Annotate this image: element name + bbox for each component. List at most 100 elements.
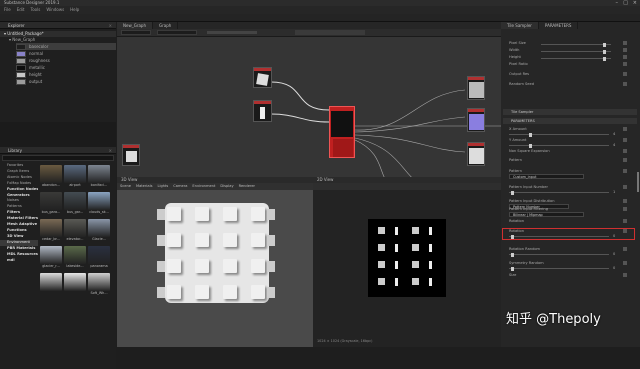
link-icon[interactable]	[623, 185, 627, 189]
library-header: Library ×	[0, 147, 116, 154]
link-icon[interactable]	[623, 48, 627, 52]
link-icon[interactable]	[623, 41, 627, 45]
prop-slider[interactable]	[509, 252, 609, 257]
menu-file[interactable]: File	[4, 6, 11, 14]
menu-windows[interactable]: Windows	[46, 6, 64, 14]
library-thumb[interactable]: glacier_r...	[40, 246, 62, 271]
prop-combo[interactable]: Bilinear | Mipmap	[509, 212, 584, 217]
node-shape[interactable]	[253, 100, 272, 122]
library-thumb[interactable]: lakeside...	[64, 246, 86, 271]
resource-item[interactable]: height	[16, 71, 116, 78]
library-thumb[interactable]: bus_gara...	[40, 192, 62, 217]
close-icon[interactable]: ×	[109, 147, 112, 154]
prop-slider[interactable]	[541, 56, 611, 61]
node-output[interactable]	[467, 76, 485, 100]
3d-menu-item[interactable]: Display	[220, 183, 233, 190]
node-normal[interactable]	[467, 108, 485, 132]
link-icon[interactable]	[623, 82, 627, 86]
link-icon[interactable]	[623, 273, 627, 277]
link-icon[interactable]	[623, 158, 627, 162]
prop-label: Symmetry Random	[509, 261, 544, 265]
thumb-label: lakeside...	[66, 264, 84, 268]
link-icon[interactable]	[623, 149, 627, 153]
close-icon[interactable]: ×	[109, 22, 112, 29]
resource-item[interactable]: metallic	[16, 64, 116, 71]
library-thumb[interactable]: bus_gar...	[64, 192, 86, 217]
link-icon[interactable]	[623, 247, 627, 251]
slider-knob[interactable]	[603, 56, 606, 61]
prop-slider[interactable]	[541, 49, 611, 54]
prop-slider[interactable]	[509, 132, 609, 137]
resource-item[interactable]: roughness	[16, 57, 116, 64]
node-tile[interactable]	[253, 67, 272, 88]
props-body: Pixel Size Width Height Pixel Ratio Output R…	[501, 29, 640, 347]
library-thumb[interactable]: abandon...	[40, 165, 62, 190]
library-thumb[interactable]: clouds_sk...	[88, 192, 110, 217]
3d-menu-item[interactable]: Environment	[192, 183, 215, 190]
library-search-input[interactable]	[2, 155, 114, 161]
3d-menu-item[interactable]: Renderer	[239, 183, 255, 190]
link-icon[interactable]	[623, 199, 627, 203]
tab-tile-sampler[interactable]: Tile Sampler	[501, 22, 539, 29]
library-thumb[interactable]: elevator...	[64, 219, 86, 244]
slider-knob[interactable]	[603, 42, 606, 47]
library-thumb[interactable]: panorama	[88, 246, 110, 271]
prop-slider[interactable]	[509, 266, 609, 271]
library-thumb[interactable]: bonifaci...	[88, 165, 110, 190]
link-icon[interactable]	[623, 138, 627, 142]
menu-edit[interactable]: Edit	[17, 6, 25, 14]
slider-knob[interactable]	[511, 266, 514, 271]
mesh-bump	[195, 233, 209, 247]
pattern-cell	[395, 227, 398, 235]
prop-slider[interactable]	[509, 143, 609, 148]
slider-knob[interactable]	[511, 252, 514, 257]
library-thumb[interactable]	[64, 273, 86, 298]
resource-label: height	[29, 71, 42, 77]
link-icon[interactable]	[623, 169, 627, 173]
resource-item[interactable]: basecolor	[16, 43, 116, 50]
slider-knob[interactable]	[511, 190, 514, 195]
resource-label: roughness	[29, 57, 50, 63]
tab-parameters[interactable]: PARAMETERS	[538, 22, 579, 29]
resource-item[interactable]: normal	[16, 50, 116, 57]
link-icon[interactable]	[623, 72, 627, 76]
thumb-label: elevator...	[66, 237, 84, 241]
library-category[interactable]: mdl	[0, 258, 38, 264]
slider-knob[interactable]	[529, 132, 532, 137]
link-icon[interactable]	[623, 62, 627, 66]
node-tile-sampler[interactable]	[329, 106, 355, 158]
prop-slider[interactable]	[541, 42, 611, 47]
node-input[interactable]	[122, 144, 140, 166]
link-icon[interactable]	[623, 219, 627, 223]
prop-value: 1	[613, 190, 616, 194]
link-icon[interactable]	[623, 207, 627, 211]
prop-label: Pattern Input Filtering	[509, 207, 548, 211]
slider-knob[interactable]	[603, 49, 606, 54]
slider-knob[interactable]	[529, 143, 532, 148]
2d-texture-preview[interactable]	[368, 219, 446, 297]
library-thumb[interactable]: Soft_Wh...	[88, 273, 110, 298]
menu-tools[interactable]: Tools	[30, 6, 40, 14]
3d-menu-item[interactable]: Camera	[173, 183, 187, 190]
thumb-label: clouds_sk...	[89, 210, 109, 214]
prop-slider[interactable]	[509, 190, 609, 195]
tile-sampler-thumbnail	[333, 139, 353, 157]
3d-menu-item[interactable]: Scene	[120, 183, 131, 190]
3d-menu-item[interactable]: Materials	[136, 183, 152, 190]
menu-help[interactable]: Help	[70, 6, 79, 14]
prop-combo[interactable]: Custom_input	[509, 174, 584, 179]
library-thumb[interactable]	[40, 273, 62, 298]
tab-label: Tile Sampler	[507, 23, 532, 28]
library-thumb[interactable]: cedar_br...	[40, 219, 62, 244]
section-parameters[interactable]: PARAMETERS	[503, 118, 637, 124]
link-icon[interactable]	[623, 55, 627, 59]
node-height[interactable]	[467, 142, 485, 166]
3d-menu-item[interactable]: Lights	[157, 183, 168, 190]
library-thumb[interactable]: airport	[64, 165, 86, 190]
link-icon[interactable]	[623, 127, 627, 131]
library-thumb[interactable]: Glacie...	[88, 219, 110, 244]
props-scrollbar[interactable]	[637, 172, 639, 192]
link-icon[interactable]	[623, 261, 627, 265]
resource-item[interactable]: output	[16, 78, 116, 85]
section-tile-sampler[interactable]: Tile Sampler	[503, 109, 637, 115]
